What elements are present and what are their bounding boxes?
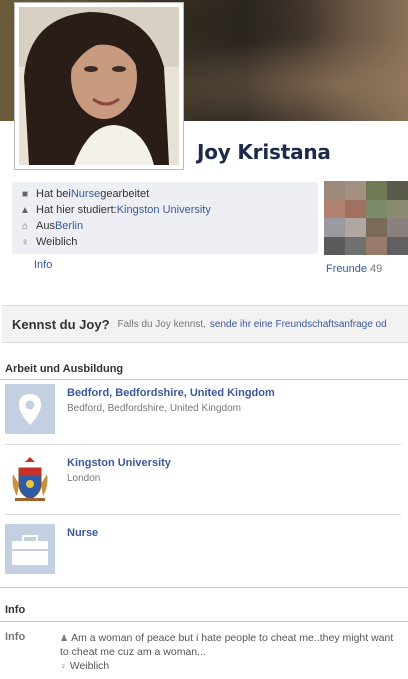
person-icon: ♟: [60, 633, 69, 643]
coat-of-arms-icon[interactable]: [5, 454, 55, 504]
fact-education-link[interactable]: Kingston University: [117, 204, 211, 216]
friend-thumbnail[interactable]: [324, 181, 345, 200]
friend-thumbnail[interactable]: [366, 181, 387, 200]
friends-count: 49: [370, 263, 383, 275]
work-item-university: Kingston University London: [5, 454, 405, 504]
friend-thumbnail[interactable]: [345, 199, 366, 218]
friends-link[interactable]: Freunde 49: [326, 263, 382, 275]
friend-thumbnail[interactable]: [324, 236, 345, 255]
fact-work: ■ Hat bei Nurse gearbeitet: [18, 186, 312, 202]
work-item-title[interactable]: Kingston University: [67, 457, 171, 469]
friends-thumbnail-grid[interactable]: [324, 181, 408, 255]
fact-hometown-prefix: Aus: [36, 220, 55, 232]
gender-text: ♀ Weiblich: [60, 659, 400, 673]
friend-thumbnail[interactable]: [345, 181, 366, 200]
about-text-value: Am a woman of peace but i hate people to…: [60, 632, 394, 658]
work-item-subtitle: Bedford, Bedfordshire, United Kingdom: [67, 403, 241, 414]
info-content: ♟ Am a woman of peace but i hate people t…: [60, 631, 400, 673]
info-heading: Info: [5, 604, 26, 616]
fact-hometown-link[interactable]: Berlin: [55, 220, 83, 232]
friend-thumbnail[interactable]: [387, 181, 408, 200]
friend-thumbnail[interactable]: [345, 218, 366, 237]
friend-thumbnail[interactable]: [387, 236, 408, 255]
friends-label-text: Freunde: [326, 263, 367, 275]
know-person-hint: Falls du Joy kennst,: [117, 318, 206, 330]
send-friend-request-link[interactable]: sende ihr eine Freundschaftsanfrage od: [210, 319, 387, 330]
female-icon: ♀: [60, 661, 67, 671]
friend-thumbnail[interactable]: [366, 199, 387, 218]
friend-thumbnail[interactable]: [324, 218, 345, 237]
about-text: ♟ Am a woman of peace but i hate people t…: [60, 631, 400, 659]
work-item-location: Bedford, Bedfordshire, United Kingdom Be…: [5, 384, 405, 434]
friend-thumbnail[interactable]: [366, 236, 387, 255]
fact-work-prefix: Hat bei: [36, 188, 71, 200]
divider: [5, 444, 401, 445]
divider: [0, 379, 408, 380]
divider: [5, 514, 401, 515]
know-person-question: Kennst du Joy?: [12, 316, 110, 332]
info-label: Info: [5, 631, 26, 643]
friend-thumbnail[interactable]: [387, 199, 408, 218]
profile-picture[interactable]: [14, 2, 184, 170]
fact-work-link[interactable]: Nurse: [71, 188, 100, 200]
work-item-job: Nurse: [5, 524, 405, 574]
fact-education-prefix: Hat hier studiert:: [36, 204, 117, 216]
friend-thumbnail[interactable]: [324, 199, 345, 218]
tab-info[interactable]: Info: [34, 259, 52, 271]
female-icon: ♀: [21, 236, 29, 248]
briefcase-icon: ■: [21, 188, 29, 200]
briefcase-icon[interactable]: [5, 524, 55, 574]
gender-text-value: Weiblich: [69, 660, 110, 672]
fact-hometown: ⌂ Aus Berlin: [18, 218, 312, 234]
divider: [0, 587, 408, 588]
work-education-heading: Arbeit und Ausbildung: [5, 363, 124, 375]
fact-education: ▲ Hat hier studiert: Kingston University: [18, 202, 312, 218]
profile-photo-image: [19, 7, 179, 165]
profile-name: Joy Kristana: [197, 140, 331, 164]
work-item-title[interactable]: Nurse: [67, 527, 98, 539]
friend-thumbnail[interactable]: [345, 236, 366, 255]
fact-work-suffix: gearbeitet: [100, 188, 150, 200]
map-pin-icon[interactable]: [5, 384, 55, 434]
divider: [0, 621, 408, 622]
work-item-title[interactable]: Bedford, Bedfordshire, United Kingdom: [67, 387, 275, 399]
fact-gender-text: Weiblich: [36, 236, 78, 248]
friend-request-banner: Kennst du Joy? Falls du Joy kennst, send…: [2, 305, 408, 343]
friend-thumbnail[interactable]: [387, 218, 408, 237]
work-item-subtitle: London: [67, 473, 101, 484]
fact-gender: ♀ Weiblich: [18, 234, 312, 250]
profile-facts: ■ Hat bei Nurse gearbeitet ▲ Hat hier st…: [12, 182, 318, 254]
home-icon: ⌂: [21, 220, 29, 232]
graduation-cap-icon: ▲: [20, 204, 30, 216]
friend-thumbnail[interactable]: [366, 218, 387, 237]
